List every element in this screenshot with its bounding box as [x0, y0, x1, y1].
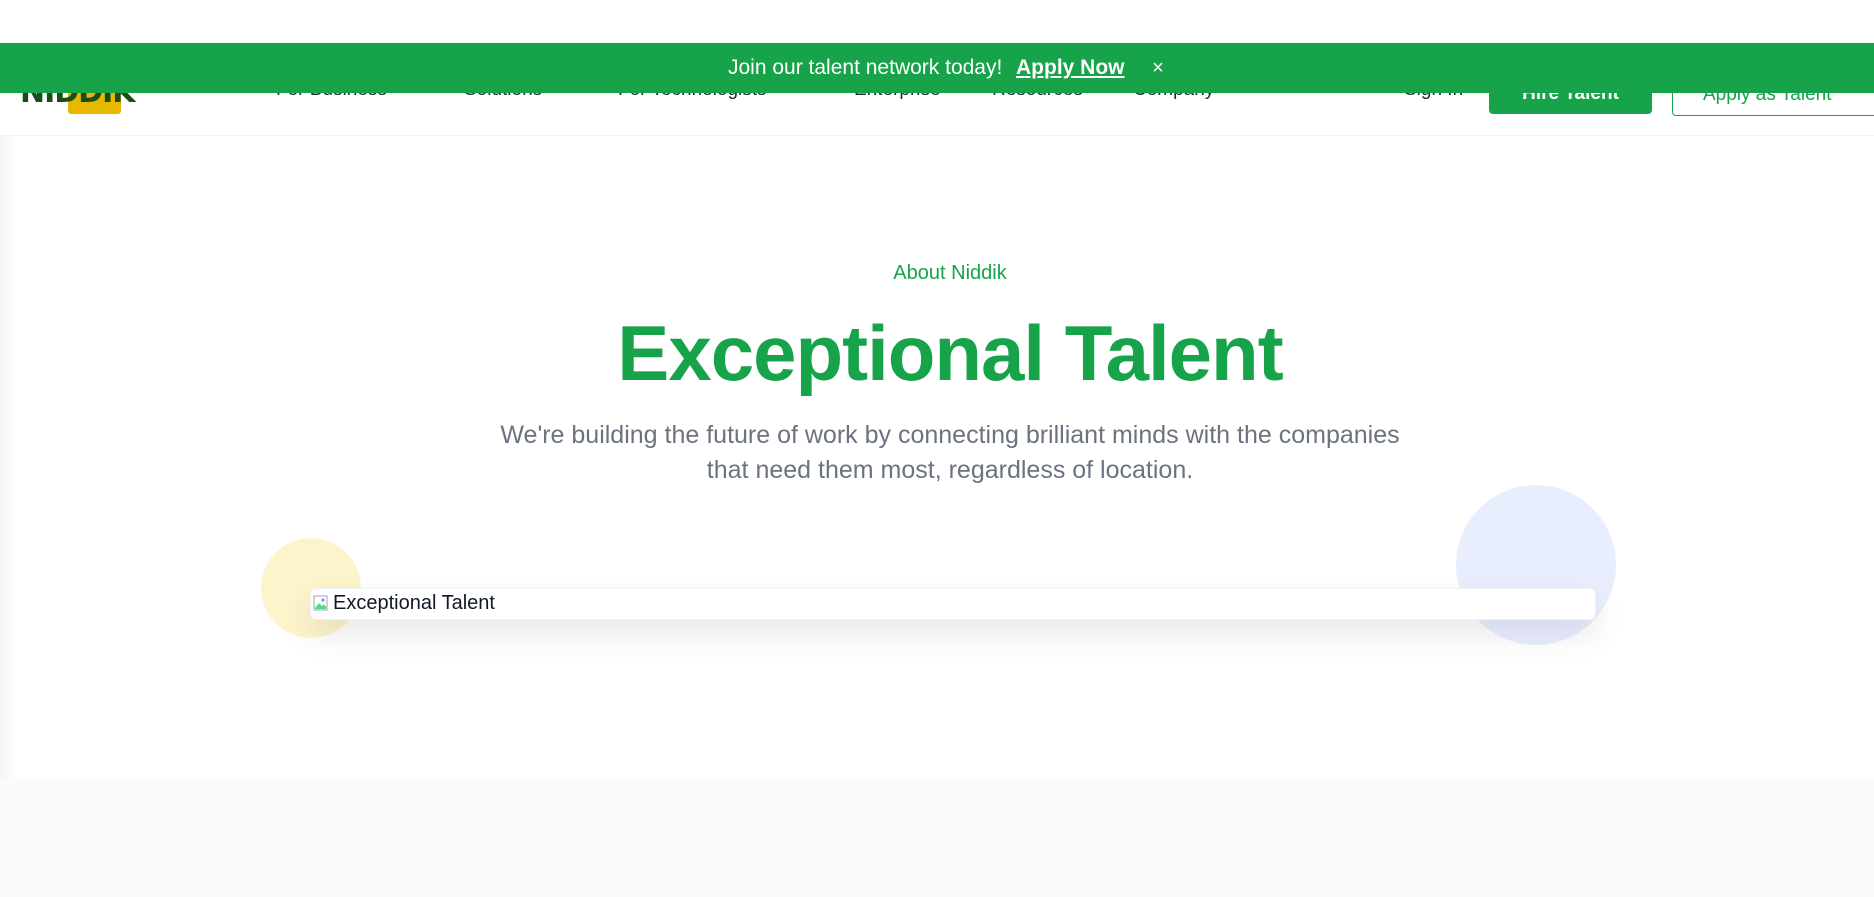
broken-image-icon [313, 594, 331, 612]
hero-image-alt-text: Exceptional Talent [333, 592, 495, 614]
close-icon[interactable]: × [1146, 43, 1170, 93]
apply-now-link[interactable]: Apply Now [1016, 43, 1125, 93]
announcement-banner: Join our talent network today! Apply Now… [0, 43, 1874, 93]
next-section [0, 780, 1874, 897]
left-edge-shade [0, 136, 18, 781]
page: NIDDIK For Business Solutions For Techno… [0, 0, 1874, 897]
banner-text: Join our talent network today! [728, 56, 1003, 79]
hero-title: Exceptional Talent [617, 309, 1283, 397]
hero-image: Exceptional Talent [313, 592, 495, 614]
hero-image-card: Exceptional Talent [310, 588, 1596, 620]
hero-eyebrow: About Niddik [893, 262, 1007, 284]
decorative-blue-circle [1456, 485, 1616, 645]
hero-subtitle: We're building the future of work by con… [500, 421, 1400, 484]
